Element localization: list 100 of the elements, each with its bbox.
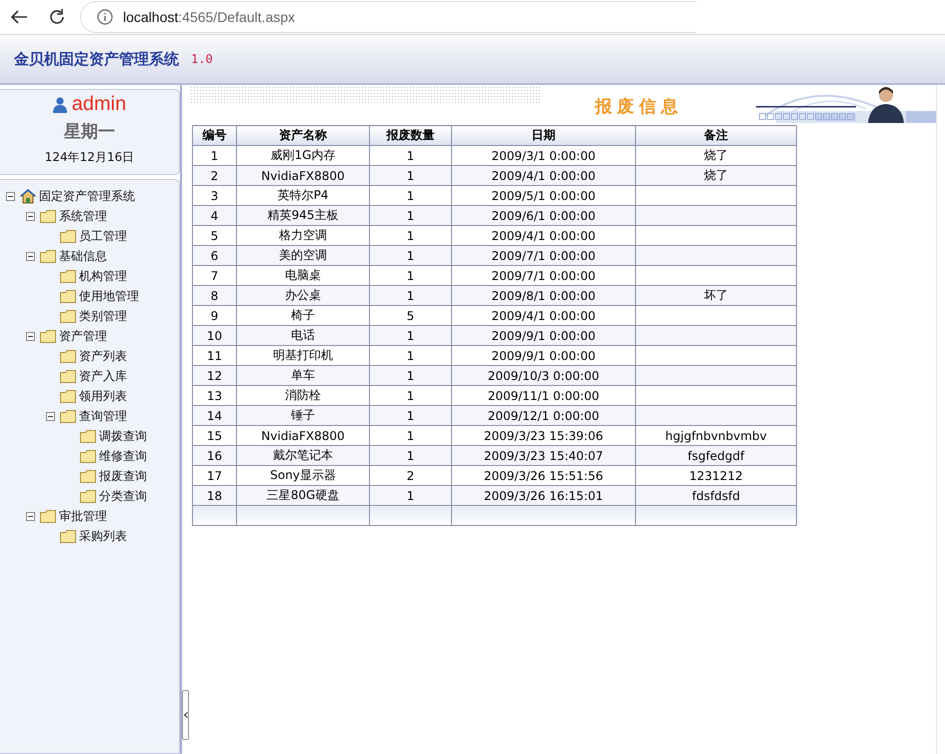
- table-cell: 1: [406, 248, 414, 262]
- table-cell: 13: [206, 388, 222, 402]
- tree-item[interactable]: 报废查询: [99, 468, 147, 484]
- table-cell: NvidiaFX8800: [261, 428, 345, 442]
- tree-item[interactable]: 分类查询: [99, 488, 147, 504]
- weekday-label: 星期一: [64, 121, 115, 143]
- table-cell: 2009/9/1 0:00:00: [492, 328, 596, 342]
- tree-item[interactable]: 资产管理: [59, 328, 107, 344]
- table-cell: 锤子: [291, 408, 315, 422]
- tree-item[interactable]: 采购列表: [79, 528, 127, 544]
- table-cell: 坏了: [704, 288, 728, 302]
- table-cell: 美的空调: [279, 248, 327, 262]
- column-header: 资产名称: [236, 126, 370, 146]
- table-cell: 2009/12/1 0:00:00: [488, 408, 600, 422]
- table-cell: 办公桌: [285, 288, 321, 302]
- table-cell: 1: [406, 388, 414, 402]
- table-cell: 1: [406, 168, 414, 182]
- table-cell: 2009/3/26 15:51:56: [484, 468, 604, 482]
- table-cell: 2009/4/1 0:00:00: [492, 308, 596, 322]
- table-cell: 16: [206, 448, 222, 462]
- table-cell: 2009/3/23 15:39:06: [484, 428, 604, 442]
- table-cell: 9: [210, 308, 218, 322]
- table-cell: 烧了: [704, 168, 728, 182]
- table-cell: 1: [406, 288, 414, 302]
- user-name: admin: [72, 93, 126, 116]
- column-header: 编号: [192, 126, 236, 146]
- table-cell: 2009/3/23 15:40:07: [484, 448, 604, 462]
- tree-item[interactable]: 员工管理: [79, 228, 127, 244]
- table-cell: 烧了: [704, 148, 728, 162]
- table-cell: 17: [206, 468, 222, 482]
- table-cell: 15: [206, 428, 222, 442]
- table-cell: 1: [406, 448, 414, 462]
- table-cell: 8: [210, 288, 218, 302]
- table-cell: 2009/6/1 0:00:00: [492, 208, 596, 222]
- tree-item[interactable]: 资产入库: [79, 368, 127, 384]
- date-label: 124年12月16日: [44, 149, 134, 166]
- tree-item[interactable]: 查询管理: [79, 408, 127, 424]
- address-bar[interactable]: localhost:4565/Default.aspx: [80, 1, 697, 33]
- tree-item[interactable]: 审批管理: [59, 508, 107, 524]
- table-cell: 12: [206, 368, 222, 382]
- table-cell: 10: [206, 328, 222, 342]
- table-cell: Sony显示器: [270, 468, 336, 482]
- table-cell: 1: [406, 428, 414, 442]
- column-header: 日期: [452, 126, 636, 146]
- tree-item[interactable]: 固定资产管理系统: [39, 188, 135, 204]
- tree-item[interactable]: 机构管理: [79, 268, 127, 284]
- url-text: localhost:4565/Default.aspx: [123, 9, 296, 25]
- table-cell: fsgfedgdf: [688, 448, 744, 462]
- table-cell: 2: [210, 168, 218, 182]
- table-cell: 精英945主板: [268, 208, 338, 222]
- table-cell: 1: [406, 328, 414, 342]
- table-cell: 消防栓: [285, 388, 321, 402]
- table-cell: 戴尔笔记本: [273, 448, 333, 462]
- table-cell: 5: [210, 228, 218, 242]
- table-cell: 2009/10/3 0:00:00: [488, 368, 600, 382]
- table-cell: 4: [210, 208, 218, 222]
- table-cell: 2009/3/1 0:00:00: [492, 148, 596, 162]
- table-cell: 威刚1G内存: [270, 148, 336, 162]
- table-cell: 3: [210, 188, 218, 202]
- table-cell: 7: [210, 268, 218, 282]
- table-cell: 2009/7/1 0:00:00: [492, 268, 596, 282]
- table-cell: 1231212: [689, 468, 743, 482]
- table-cell: 2009/8/1 0:00:00: [492, 288, 596, 302]
- column-header: 备注: [636, 126, 796, 146]
- tree-item[interactable]: 领用列表: [79, 388, 127, 404]
- table-cell: 18: [206, 488, 222, 502]
- tree-item[interactable]: 基础信息: [59, 248, 107, 264]
- table-cell: 1: [406, 488, 414, 502]
- table-cell: 1: [406, 148, 414, 162]
- table-cell: 椅子: [291, 308, 315, 322]
- table-cell: 1: [406, 188, 414, 202]
- table-cell: 14: [206, 408, 222, 422]
- column-header: 报废数量: [370, 126, 452, 146]
- table-cell: 电脑桌: [285, 268, 321, 282]
- table-cell: NvidiaFX8800: [261, 168, 345, 182]
- table-cell: 2009/4/1 0:00:00: [492, 228, 596, 242]
- tree-item[interactable]: 资产列表: [79, 348, 127, 364]
- table-cell: hgjgfnbvnbvmbv: [665, 428, 767, 442]
- table-cell: 1: [406, 228, 414, 242]
- table-cell: 1: [406, 368, 414, 382]
- tree-item[interactable]: 系统管理: [59, 208, 107, 224]
- table-cell: 2009/7/1 0:00:00: [492, 248, 596, 262]
- table-cell: 6: [210, 248, 218, 262]
- page-title: 报废信息: [595, 96, 683, 118]
- table-cell: 2009/4/1 0:00:00: [492, 168, 596, 182]
- table-cell: 1: [210, 148, 218, 162]
- app-title: 金贝机固定资产管理系统: [14, 50, 179, 68]
- table-cell: 三星80G硬盘: [266, 488, 340, 502]
- table-cell: fdsfdsfd: [692, 488, 740, 502]
- table-cell: 5: [406, 308, 414, 322]
- tree-item[interactable]: 调拨查询: [99, 428, 147, 444]
- tree-item[interactable]: 使用地管理: [79, 288, 139, 304]
- table-cell: 明基打印机: [273, 348, 333, 362]
- tree-item[interactable]: 类别管理: [79, 308, 127, 324]
- table-cell: 1: [406, 208, 414, 222]
- table-cell: 11: [206, 348, 222, 362]
- table-cell: 2009/11/1 0:00:00: [488, 388, 600, 402]
- table-cell: 格力空调: [279, 228, 327, 242]
- table-cell: 1: [406, 348, 414, 362]
- tree-item[interactable]: 维修查询: [99, 448, 147, 464]
